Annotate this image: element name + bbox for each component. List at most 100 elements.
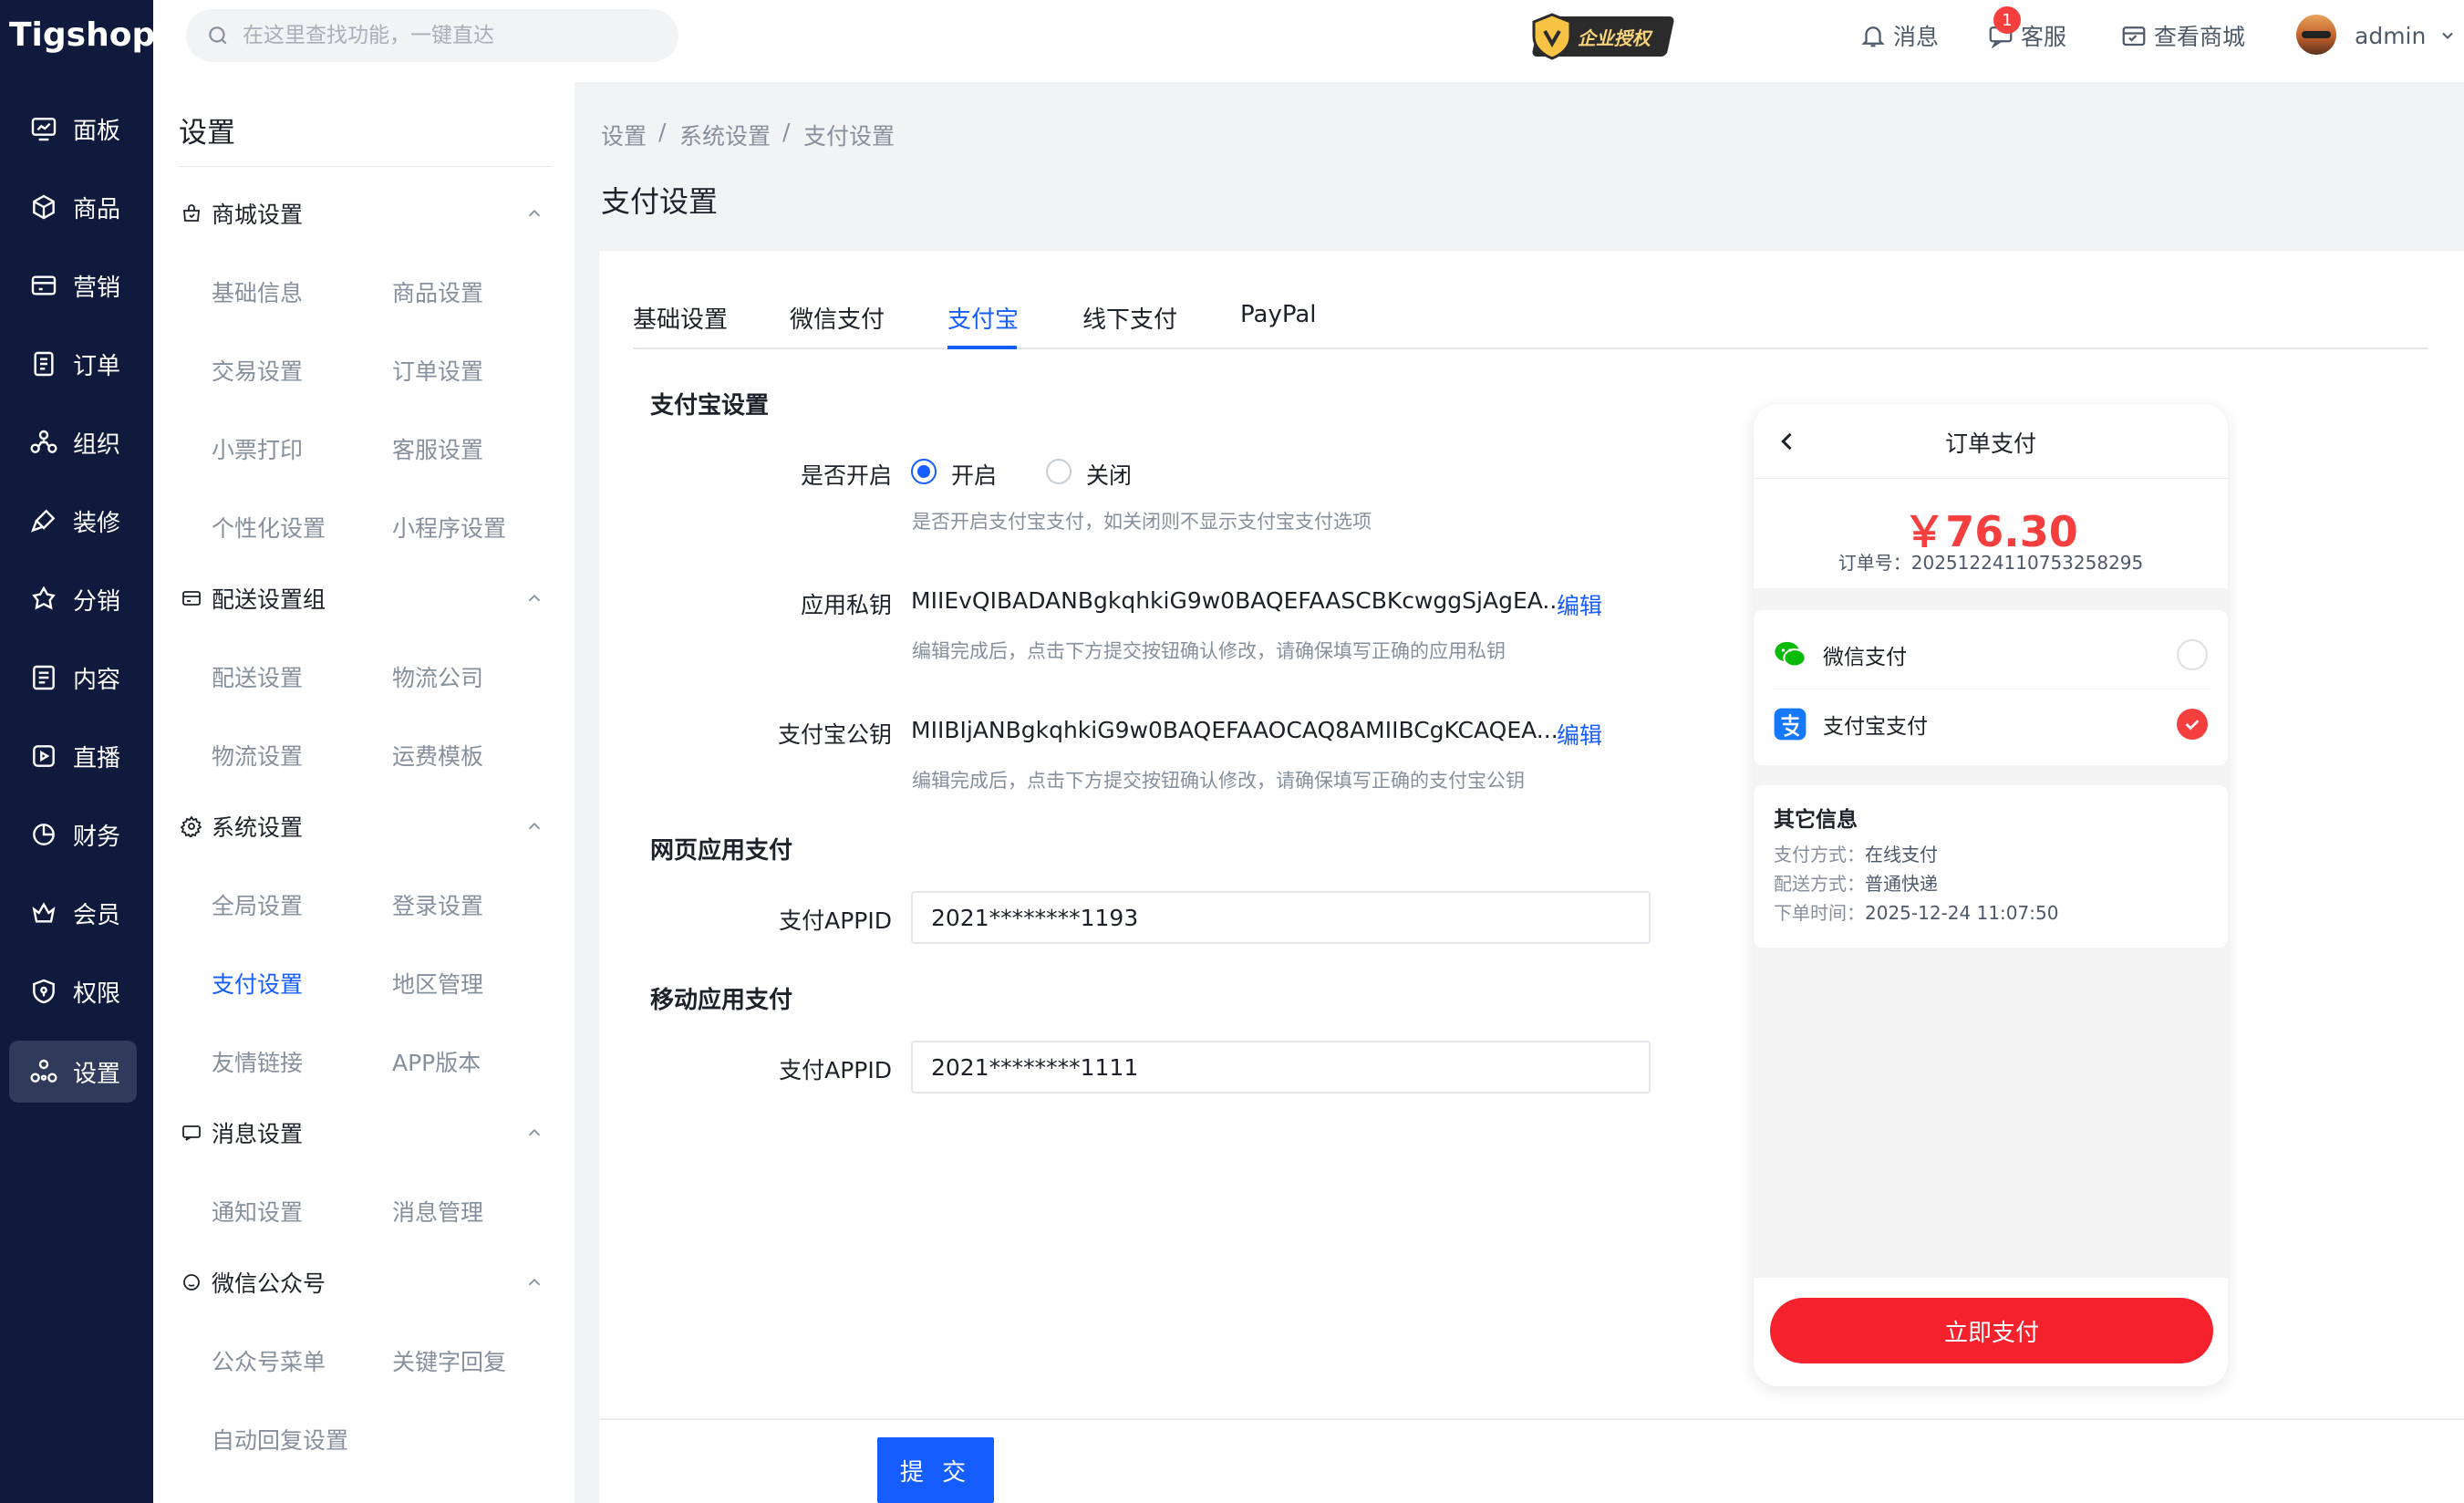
menu-keyword-reply[interactable]: 关键字回复 <box>392 1344 506 1377</box>
tab-paypal[interactable]: PayPal <box>1240 301 1317 328</box>
rail-item-settings[interactable]: 设置 <box>9 1041 137 1103</box>
org-icon <box>26 424 62 461</box>
rail-item-live[interactable]: 直播 <box>9 725 137 787</box>
rail-item-org[interactable]: 组织 <box>9 411 137 473</box>
tab-offline-pay[interactable]: 线下支付 <box>1082 301 1177 335</box>
app-root: Tigshop 面板 商品 营销 订单 组织 装修 分销 内容 直播 财务 会员… <box>0 0 2464 1503</box>
enable-on-label[interactable]: 开启 <box>951 458 997 491</box>
view-store-button[interactable]: 查看商城 <box>2117 16 2245 55</box>
menu-order-settings[interactable]: 订单设置 <box>392 354 483 387</box>
enterprise-license-badge[interactable]: 企业授权 <box>1531 13 1675 60</box>
group-message-settings[interactable]: 消息设置 <box>179 1111 562 1155</box>
menu-personalize[interactable]: 个性化设置 <box>212 511 326 544</box>
rail-item-dashboard[interactable]: 面板 <box>9 98 137 160</box>
menu-basic-info[interactable]: 基础信息 <box>212 275 303 308</box>
service-badge: 1 <box>1993 6 2021 34</box>
rail-item-label: 订单 <box>73 352 121 380</box>
web-appid-input[interactable] <box>911 891 1651 944</box>
section-mobile-pay: 移动应用支付 <box>650 987 793 1014</box>
delivery-icon <box>179 586 204 611</box>
messages-label: 消息 <box>1893 24 1940 50</box>
menu-service-settings[interactable]: 客服设置 <box>392 432 483 465</box>
search-box[interactable] <box>186 9 678 62</box>
mobile-appid-label: 支付APPID <box>779 1057 892 1083</box>
avatar[interactable] <box>2296 15 2336 55</box>
store-icon <box>179 201 204 226</box>
menu-logistics-settings[interactable]: 物流设置 <box>212 739 303 772</box>
menu-friend-links[interactable]: 友情链接 <box>212 1045 303 1078</box>
menu-message-management[interactable]: 消息管理 <box>392 1195 483 1228</box>
rail-item-marketing[interactable]: 营销 <box>9 254 137 316</box>
dashboard-icon <box>26 110 62 147</box>
menu-app-version[interactable]: APP版本 <box>392 1045 481 1078</box>
public-key-edit-link[interactable]: 编辑 <box>1557 718 1602 751</box>
group-label: 微信公众号 <box>212 1270 326 1297</box>
permission-icon <box>26 973 62 1010</box>
rail-item-permission[interactable]: 权限 <box>9 960 137 1022</box>
tab-wechat-pay[interactable]: 微信支付 <box>790 301 885 335</box>
enable-label: 是否开启 <box>800 462 892 489</box>
enterprise-license-label: 企业授权 <box>1578 26 1651 49</box>
finance-icon <box>26 816 62 853</box>
menu-receipt-print[interactable]: 小票打印 <box>212 432 303 465</box>
chevron-up-icon <box>523 1122 545 1144</box>
enable-off-label[interactable]: 关闭 <box>1086 458 1132 491</box>
pay-now-button[interactable]: 立即支付 <box>1770 1298 2213 1363</box>
public-key-hint: 编辑完成后，点击下方提交按钮确认修改，请确保填写正确的支付宝公钥 <box>912 770 1525 792</box>
rail-item-label: 商品 <box>73 195 121 223</box>
menu-shipping-template[interactable]: 运费模板 <box>392 739 483 772</box>
breadcrumb-settings[interactable]: 设置 <box>601 119 647 151</box>
search-input[interactable] <box>243 24 644 47</box>
menu-miniprogram[interactable]: 小程序设置 <box>392 511 506 544</box>
menu-payment-settings[interactable]: 支付设置 <box>212 967 303 1000</box>
rail-item-label: 分销 <box>73 587 121 616</box>
menu-trade-settings[interactable]: 交易设置 <box>212 354 303 387</box>
tab-alipay[interactable]: 支付宝 <box>947 301 1019 335</box>
submit-button[interactable]: 提 交 <box>877 1437 994 1503</box>
store-front-icon <box>2117 19 2150 52</box>
menu-login-settings[interactable]: 登录设置 <box>392 888 483 921</box>
radio-unchecked-icon[interactable] <box>2177 639 2208 670</box>
messages-button[interactable]: 消息 <box>1857 16 1939 55</box>
menu-goods-settings[interactable]: 商品设置 <box>392 275 483 308</box>
method-wechat-pay[interactable]: 微信支付 <box>1772 620 2210 689</box>
private-key-edit-link[interactable]: 编辑 <box>1557 588 1602 621</box>
tab-basic[interactable]: 基础设置 <box>633 301 728 335</box>
menu-notify-settings[interactable]: 通知设置 <box>212 1195 303 1228</box>
distribution-icon <box>26 581 62 617</box>
rail-item-goods[interactable]: 商品 <box>9 176 137 238</box>
group-wechat-oa[interactable]: 微信公众号 <box>179 1260 562 1304</box>
enable-off-radio[interactable] <box>1046 459 1072 484</box>
logo[interactable]: Tigshop <box>9 13 155 57</box>
menu-auto-reply[interactable]: 自动回复设置 <box>212 1423 348 1456</box>
menu-global-settings[interactable]: 全局设置 <box>212 888 303 921</box>
menu-logistics-company[interactable]: 物流公司 <box>392 660 483 693</box>
group-delivery-settings[interactable]: 配送设置组 <box>179 576 562 620</box>
rail-item-distribution[interactable]: 分销 <box>9 568 137 630</box>
breadcrumb-system[interactable]: 系统设置 <box>679 119 771 151</box>
enable-on-radio[interactable] <box>911 459 937 484</box>
mobile-preview: 订单支付 ￥76.30 订单号：20251224110753258295 微信支… <box>1754 404 2228 1386</box>
menu-delivery-settings[interactable]: 配送设置 <box>212 660 303 693</box>
rail-item-label: 直播 <box>73 744 121 772</box>
menu-oa-menu[interactable]: 公众号菜单 <box>212 1344 326 1377</box>
check-circle-icon[interactable] <box>2177 709 2208 740</box>
rail-item-member[interactable]: 会员 <box>9 882 137 944</box>
user-menu[interactable]: admin <box>2355 16 2464 55</box>
rail-item-content[interactable]: 内容 <box>9 647 137 709</box>
info-order-time: 下单时间：2025-12-24 11:07:50 <box>1774 902 2059 924</box>
rail-item-orders[interactable]: 订单 <box>9 333 137 395</box>
method-alipay[interactable]: 支付宝支付 <box>1772 689 2210 759</box>
group-system-settings[interactable]: 系统设置 <box>179 804 562 848</box>
system-gear-icon <box>179 814 204 839</box>
rail-item-decorate[interactable]: 装修 <box>9 490 137 552</box>
settings-panel-title: 设置 <box>179 117 235 150</box>
method-label: 支付宝支付 <box>1823 715 1928 739</box>
menu-region-management[interactable]: 地区管理 <box>392 967 483 1000</box>
group-store-settings[interactable]: 商城设置 <box>179 192 562 235</box>
rail-item-finance[interactable]: 财务 <box>9 803 137 866</box>
group-label: 配送设置组 <box>212 586 326 613</box>
customer-service-button[interactable]: 1 客服 <box>1984 6 2066 55</box>
mobile-appid-input[interactable] <box>911 1041 1651 1094</box>
info-pay-method: 支付方式：在线支付 <box>1774 844 1938 866</box>
